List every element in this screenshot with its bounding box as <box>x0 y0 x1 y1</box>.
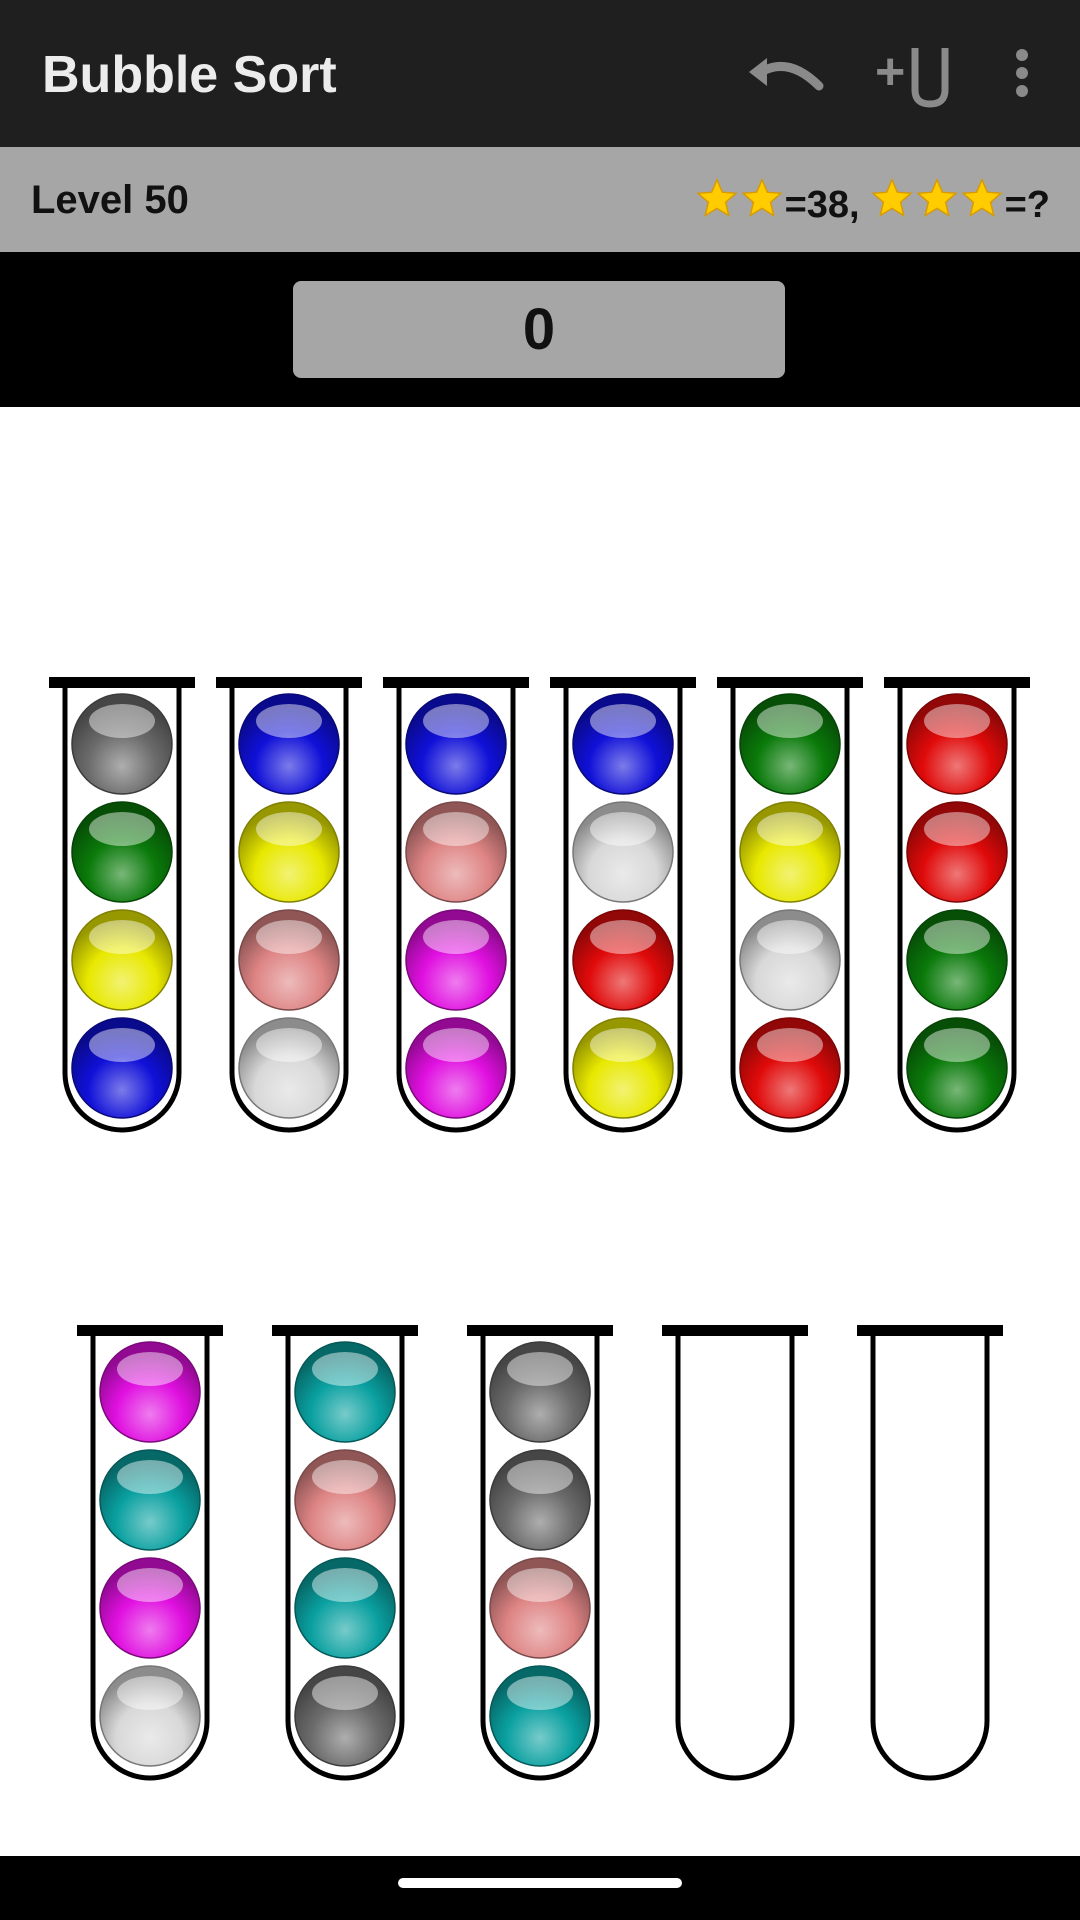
ball-blue <box>572 693 674 795</box>
ball-teal <box>294 1341 396 1443</box>
tube-rim <box>857 1325 1003 1336</box>
home-indicator[interactable] <box>398 1878 682 1888</box>
ball-red <box>739 1017 841 1119</box>
ball-yellow <box>238 801 340 903</box>
ball-red <box>906 801 1008 903</box>
ball-green <box>906 909 1008 1011</box>
navigation-bar <box>0 1856 1080 1920</box>
ball-silver <box>99 1665 201 1767</box>
ball-yellow <box>572 1017 674 1119</box>
ball-green <box>906 1017 1008 1119</box>
tube-9[interactable] <box>467 1325 613 1781</box>
ball-yellow <box>739 801 841 903</box>
ball-silver <box>238 1017 340 1119</box>
tube-rim <box>884 677 1030 688</box>
ball-pink <box>489 1557 591 1659</box>
tube-5[interactable] <box>717 677 863 1133</box>
tube-8[interactable] <box>272 1325 418 1781</box>
ball-blue <box>71 1017 173 1119</box>
ball-teal <box>294 1557 396 1659</box>
ball-green <box>71 801 173 903</box>
ball-yellow <box>71 909 173 1011</box>
tube-7[interactable] <box>77 1325 223 1781</box>
ball-magenta <box>405 1017 507 1119</box>
ball-gray <box>294 1665 396 1767</box>
ball-pink <box>238 909 340 1011</box>
ball-blue <box>405 693 507 795</box>
tube-1[interactable] <box>49 677 195 1133</box>
tube-11[interactable] <box>857 1325 1003 1781</box>
ball-teal <box>489 1665 591 1767</box>
tube-rim <box>550 677 696 688</box>
tube-rim <box>216 677 362 688</box>
ball-gray <box>489 1449 591 1551</box>
ball-teal <box>99 1449 201 1551</box>
tube-rim <box>717 677 863 688</box>
tube-2[interactable] <box>216 677 362 1133</box>
tube-rim <box>662 1325 808 1336</box>
ball-magenta <box>99 1341 201 1443</box>
tube-rim <box>77 1325 223 1336</box>
ball-silver <box>572 801 674 903</box>
ball-pink <box>405 801 507 903</box>
ball-magenta <box>405 909 507 1011</box>
ball-gray <box>71 693 173 795</box>
tube-3[interactable] <box>383 677 529 1133</box>
tube-rim <box>383 677 529 688</box>
ball-pink <box>294 1449 396 1551</box>
ball-red <box>572 909 674 1011</box>
ball-green <box>739 693 841 795</box>
game-board <box>49 677 1030 1781</box>
tube-rim <box>272 1325 418 1336</box>
tube-rim <box>467 1325 613 1336</box>
tube-4[interactable] <box>550 677 696 1133</box>
ball-blue <box>238 693 340 795</box>
ball-red <box>906 693 1008 795</box>
tube-rim <box>49 677 195 688</box>
ball-gray <box>489 1341 591 1443</box>
ball-magenta <box>99 1557 201 1659</box>
tube-10[interactable] <box>662 1325 808 1781</box>
ball-silver <box>739 909 841 1011</box>
tube-6[interactable] <box>884 677 1030 1133</box>
